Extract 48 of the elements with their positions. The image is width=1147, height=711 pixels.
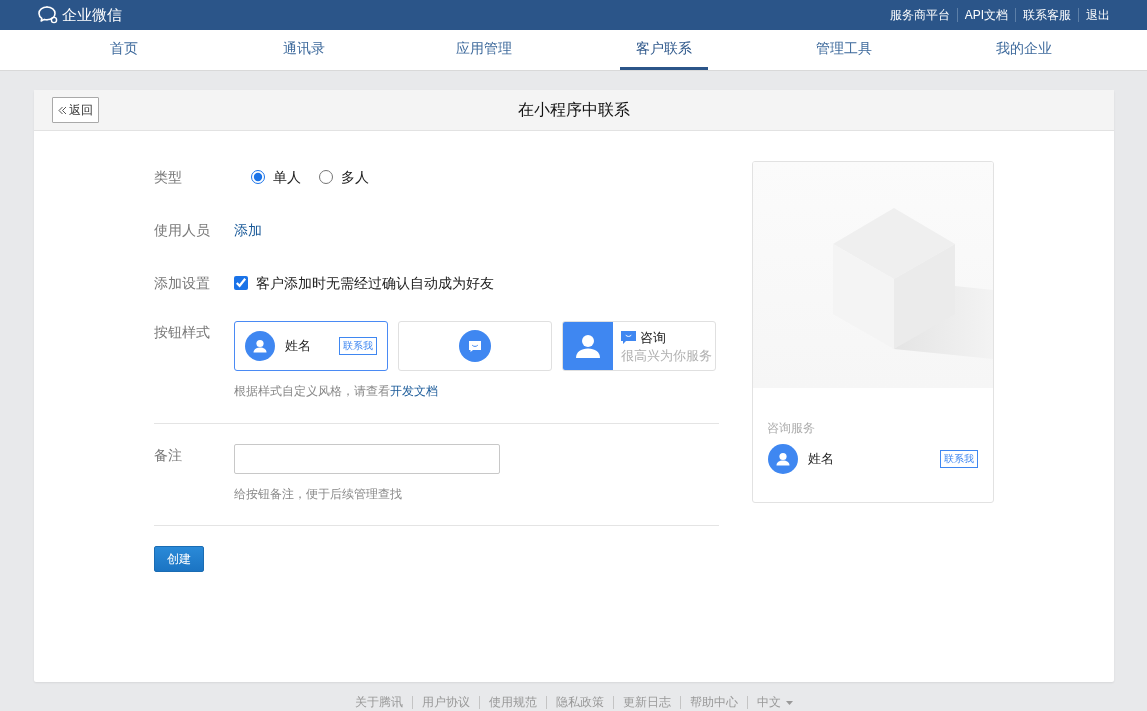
double-chevron-left-icon <box>57 105 67 115</box>
contact-me-label: 联系我 <box>338 337 377 355</box>
chat-icon <box>458 330 491 362</box>
nav-tab[interactable]: 客户联系 <box>619 30 708 70</box>
developer-docs-link[interactable]: 开发文档 <box>389 384 438 398</box>
note-hint: 给按钮备注，便于后续管理查找 <box>233 486 403 503</box>
chat-bubble-logo-icon <box>37 5 59 25</box>
top-link[interactable]: 退出 <box>1078 8 1117 22</box>
field-label: 按钮样式 <box>153 323 211 342</box>
top-link[interactable]: API文档 <box>956 8 1015 22</box>
button-style-option[interactable]: 咨询 很高兴为你服务 <box>561 321 716 371</box>
name-text: 姓名 <box>807 450 834 469</box>
top-link[interactable]: 联系客服 <box>1015 8 1078 22</box>
radio-label: 多人 <box>340 167 369 187</box>
nav-tab[interactable]: 我的企业 <box>979 30 1068 70</box>
preview-heading: 咨询服务 <box>765 420 816 437</box>
banner-subtitle: 很高兴为你服务 <box>620 346 712 364</box>
field-label: 类型 <box>153 167 183 187</box>
field-label: 使用人员 <box>153 220 211 240</box>
person-icon <box>562 322 613 370</box>
button-style-option[interactable] <box>397 321 552 371</box>
banner-title: 咨询 <box>639 328 666 346</box>
add-link[interactable]: 添加 <box>233 219 262 241</box>
checkbox-label: 客户添加时无需经过确认自动成为好友 <box>255 273 494 293</box>
field-label: 备注 <box>153 446 183 465</box>
chat-icon <box>620 330 636 344</box>
name-text: 姓名 <box>284 337 311 356</box>
radio-button[interactable] <box>250 170 265 184</box>
nav-tab[interactable]: 首页 <box>93 30 154 70</box>
nav-tab[interactable]: 管理工具 <box>799 30 888 70</box>
field-label: 添加设置 <box>153 273 211 293</box>
radio-label: 单人 <box>272 167 301 187</box>
nav-tab[interactable]: 应用管理 <box>439 30 528 70</box>
note-input[interactable] <box>233 444 500 474</box>
caret-down-icon <box>785 700 793 705</box>
back-button[interactable]: 返回 <box>51 97 99 123</box>
radio-button[interactable] <box>318 170 333 184</box>
top-link[interactable]: 服务商平台 <box>882 8 957 22</box>
checkbox[interactable] <box>233 276 248 290</box>
avatar-icon <box>244 331 275 361</box>
page-title: 在小程序中联系 <box>517 100 630 120</box>
contact-me-label: 联系我 <box>939 450 978 468</box>
create-button[interactable]: 创建 <box>153 546 204 572</box>
nav-tab[interactable]: 通讯录 <box>266 30 341 70</box>
logo-text: 企业微信 <box>62 4 122 25</box>
avatar-icon <box>767 444 798 474</box>
style-hint: 根据样式自定义风格，请查看开发文档 <box>233 383 439 400</box>
button-style-option[interactable]: 姓名 联系我 <box>233 321 388 371</box>
